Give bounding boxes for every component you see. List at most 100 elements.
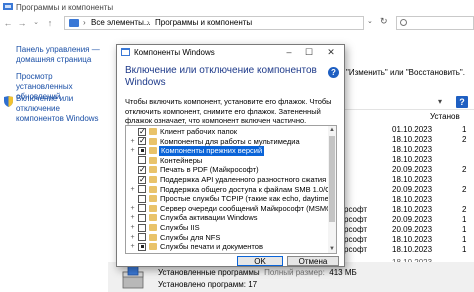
row-size: 2: [462, 135, 467, 144]
control-panel-icon: [3, 3, 13, 10]
feature-checkbox[interactable]: [138, 175, 146, 184]
row-date: 20.09.2023: [392, 215, 433, 224]
column-header-installed[interactable]: Установ: [430, 112, 460, 121]
folder-icon: [149, 214, 157, 222]
feature-item[interactable]: Контейнеры: [126, 156, 328, 166]
feature-checkbox[interactable]: [138, 156, 146, 165]
breadcrumb-separator-icon: ›: [83, 18, 86, 27]
breadcrumb-separator-icon: ›: [147, 18, 150, 27]
feature-item[interactable]: + Службы для NFS: [126, 233, 328, 243]
feature-label: Службы для NFS: [160, 232, 221, 242]
breadcrumb-all-items[interactable]: Все элементы...: [91, 18, 150, 27]
expand-plus-icon[interactable]: +: [129, 224, 136, 231]
forward-arrow-icon[interactable]: →: [16, 17, 28, 29]
address-dropdown-icon[interactable]: ⌄: [367, 17, 373, 25]
folder-icon: [149, 233, 157, 241]
search-icon: [400, 19, 407, 26]
dialog-title: Компоненты Windows: [134, 48, 215, 57]
vertical-scrollbar[interactable]: ▲ ▼: [328, 126, 336, 253]
scroll-down-icon[interactable]: ▼: [328, 245, 336, 253]
feature-item[interactable]: Поддержка API удаленного разностного сжа…: [126, 175, 328, 185]
feature-checkbox[interactable]: [138, 165, 146, 174]
row-publisher: рсофт: [344, 235, 368, 244]
recent-dropdown-icon[interactable]: ⌄: [30, 17, 42, 29]
feature-label: Службы печати и документов: [160, 242, 263, 252]
total-size-value: 413 МБ: [329, 268, 357, 277]
expand-plus-icon[interactable]: +: [129, 138, 136, 145]
row-size: 1: [462, 215, 467, 224]
row-size: 2: [462, 205, 467, 214]
help-icon[interactable]: ?: [456, 96, 468, 108]
row-size: 1: [462, 245, 467, 254]
up-arrow-icon[interactable]: ↑: [44, 17, 56, 29]
feature-checkbox[interactable]: [138, 185, 146, 194]
ok-button[interactable]: OK: [237, 256, 283, 266]
feature-item[interactable]: + Поддержка общего доступа к файлам SMB 1…: [126, 185, 336, 195]
row-size: 1: [462, 125, 467, 134]
row-date: 20.09.2023: [392, 165, 433, 174]
row-date: 18.10.2023: [392, 175, 433, 184]
feature-item[interactable]: Простые службы TCPIP (такие как echo, da…: [126, 194, 336, 204]
sidebar-link-home[interactable]: Панель управления — домашняя страница: [16, 45, 110, 65]
expand-plus-icon[interactable]: +: [129, 243, 136, 250]
expand-plus-icon[interactable]: +: [129, 205, 136, 212]
row-date: 01.10.2023: [392, 125, 433, 134]
feature-checkbox[interactable]: [138, 242, 146, 251]
windows-features-dialog: Компоненты Windows – ☐ ✕ Включение или о…: [116, 44, 345, 267]
row-size: 2: [462, 185, 467, 194]
scroll-up-icon[interactable]: ▲: [328, 126, 336, 134]
sidebar-link-windows-features[interactable]: Включение или отключение компонентов Win…: [16, 94, 110, 124]
feature-checkbox[interactable]: [138, 223, 146, 232]
feature-checkbox[interactable]: [138, 233, 146, 242]
folder-icon: [149, 166, 157, 174]
folder-icon: [149, 243, 157, 251]
feature-item[interactable]: + Компоненты для работы с мультимедиа: [126, 136, 328, 147]
feature-item[interactable]: + Компоненты прежних версий: [126, 146, 328, 156]
feature-checkbox[interactable]: [138, 136, 146, 146]
back-arrow-icon[interactable]: ←: [2, 17, 14, 29]
feature-checkbox[interactable]: [138, 194, 146, 203]
feature-checkbox[interactable]: [138, 146, 146, 155]
row-size: 2: [462, 165, 467, 174]
windows-features-icon: [121, 48, 130, 56]
installed-programs-icon: [122, 265, 144, 289]
feature-checkbox[interactable]: [138, 204, 146, 213]
feature-label: Службы IIS: [160, 223, 200, 232]
refresh-icon[interactable]: ↻: [380, 16, 388, 27]
row-publisher: рсофт: [344, 205, 368, 214]
feature-item[interactable]: Клиент рабочих папок: [126, 127, 328, 137]
row-date: 18.10.2023: [392, 245, 433, 254]
folder-icon: [149, 137, 157, 145]
feature-checkbox[interactable]: [138, 127, 146, 136]
expand-plus-icon[interactable]: +: [129, 147, 136, 154]
feature-tree[interactable]: Клиент рабочих папок + Компоненты для рабо…: [125, 125, 337, 254]
dialog-heading: Включение или отключение компонентов Win…: [125, 65, 317, 88]
view-dropdown-icon[interactable]: ▾: [438, 97, 442, 106]
feature-item[interactable]: + Службы печати и документов: [126, 242, 328, 252]
feature-item[interactable]: + Служба активации Windows: [126, 213, 328, 223]
feature-label: Компоненты прежних версий: [159, 146, 265, 156]
row-date: 18.10.2023: [392, 205, 433, 214]
minimize-icon[interactable]: –: [283, 46, 295, 58]
installed-count: Установлено программ: 17: [158, 280, 258, 289]
maximize-icon[interactable]: ☐: [303, 46, 315, 58]
feature-item[interactable]: Печать в PDF (Майкрософт): [126, 165, 328, 175]
cancel-button[interactable]: Отмена: [287, 256, 339, 266]
feature-label: Сервер очереди сообщений Майкрософт (MSM…: [160, 203, 335, 213]
feature-item[interactable]: + Службы IIS: [126, 223, 328, 233]
row-publisher: рсофт: [344, 245, 368, 254]
expand-plus-icon[interactable]: +: [129, 234, 136, 241]
close-icon[interactable]: ✕: [325, 46, 337, 58]
feature-item[interactable]: + Сервер очереди сообщений Майкрософт (MS…: [126, 204, 334, 214]
feature-label: Клиент рабочих папок: [160, 127, 238, 136]
expand-plus-icon[interactable]: +: [129, 186, 136, 193]
address-box[interactable]: › Все элементы... › Программы и компонен…: [64, 16, 364, 30]
breadcrumb-programs[interactable]: Программы и компоненты: [155, 18, 252, 27]
address-bar-row: ← → ⌄ ↑ › Все элементы... › Программы и …: [0, 14, 474, 32]
help-icon[interactable]: ?: [328, 67, 339, 78]
feature-checkbox[interactable]: [138, 213, 146, 222]
search-input[interactable]: [396, 16, 474, 30]
expand-plus-icon[interactable]: +: [129, 214, 136, 221]
folder-icon: [149, 204, 157, 212]
scroll-thumb[interactable]: [329, 136, 335, 222]
